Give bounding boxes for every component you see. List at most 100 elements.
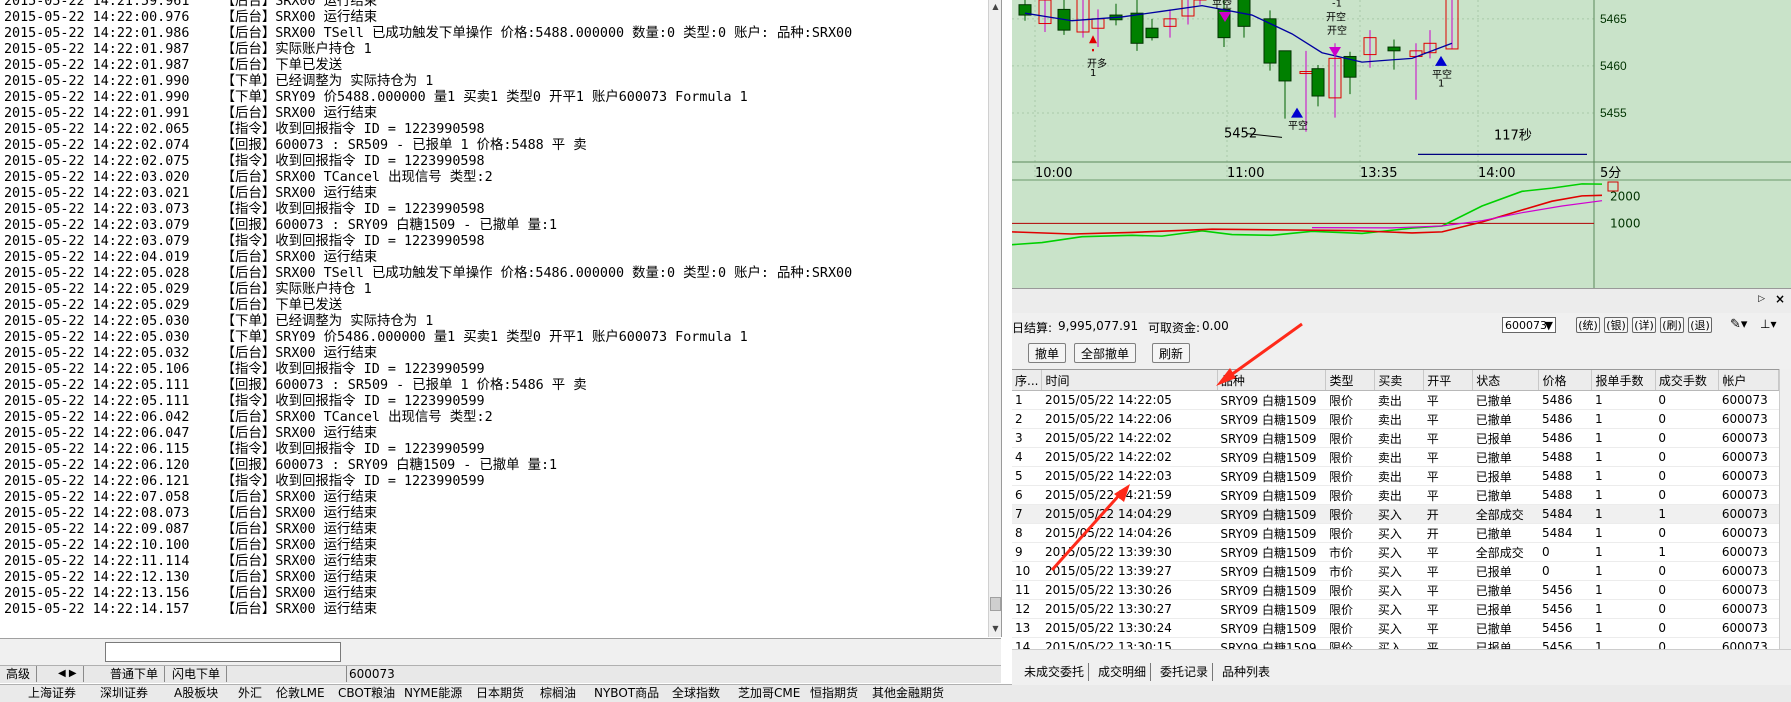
exchange-tab[interactable]: 恒指期货: [806, 685, 862, 702]
table-row[interactable]: 8 2015/05/22 14:04:26 SRY09 白糖1509 限价 买入开已撤单…: [1012, 523, 1779, 543]
column-header[interactable]: 开平: [1423, 370, 1474, 391]
table-cell: SRY09 白糖1509: [1217, 523, 1326, 543]
table-row[interactable]: 13 2015/05/22 13:30:24 SRY09 白糖1509 限价 买入平已撤…: [1012, 618, 1779, 638]
table-cell: SRY09 白糖1509: [1217, 504, 1326, 524]
exchange-tab[interactable]: 日本期货: [472, 685, 528, 702]
button-row: 撤单 全部撤单 刷新: [1012, 341, 1791, 367]
order-panel: ▷ × 日结算: 9,995,077.91 可取资金: 0.00 600073 ▼…: [1012, 288, 1791, 685]
tab-symbol-list[interactable]: 品种列表: [1218, 663, 1274, 681]
scroll-down-icon[interactable]: ▼: [989, 622, 1001, 635]
cancel-order-button[interactable]: 撤单: [1028, 343, 1067, 363]
table-cell: 5488: [1538, 466, 1592, 486]
tab-flash-order[interactable]: 闪电下单: [166, 666, 228, 682]
tab-unfilled-orders[interactable]: 未成交委托: [1020, 663, 1090, 681]
table-hscrollbar[interactable]: [1012, 649, 1791, 660]
table-row[interactable]: 11 2015/05/22 13:30:26 SRY09 白糖1509 限价 买入平已撤…: [1012, 580, 1779, 600]
table-row[interactable]: 4 2015/05/22 14:22:02 SRY09 白糖1509 限价 卖出平已撤单…: [1012, 447, 1779, 467]
exit-button[interactable]: (退): [1688, 317, 1712, 333]
cancel-all-button[interactable]: 全部撤单: [1074, 343, 1137, 363]
exchange-tab[interactable]: 其他金融期货: [868, 685, 948, 702]
table-cell: 600073: [1718, 409, 1779, 429]
column-header[interactable]: 品种: [1217, 370, 1327, 391]
log-pane[interactable]: 2015-05-22 14:21:59.961 【后台】SRX00 运行结束 20…: [0, 0, 1002, 637]
table-cell: 600073: [1718, 485, 1779, 505]
table-cell: 平: [1423, 485, 1473, 505]
log-scroll-thumb[interactable]: [990, 597, 1001, 611]
kline-chart[interactable]: 5465 5460 5455 开多 1 平空 平空 -1 开空 开空 平空 1 5452 117秒 10:0…: [1012, 0, 1791, 288]
table-cell: 已撤单: [1472, 580, 1539, 600]
account-select[interactable]: 600073 ▼: [1502, 317, 1556, 333]
pin-icon[interactable]: ⊥▾: [1760, 317, 1776, 331]
column-header[interactable]: 价格: [1538, 370, 1593, 391]
column-header[interactable]: 买卖: [1374, 370, 1425, 391]
command-input[interactable]: [105, 642, 341, 662]
stats-button[interactable]: (统): [1576, 317, 1600, 333]
exchange-tab[interactable]: NYBOT商品: [590, 685, 663, 702]
exchange-tab[interactable]: NYME能源: [400, 685, 466, 702]
tab-fill-details[interactable]: 成交明细: [1094, 663, 1152, 681]
exchange-tab[interactable]: CBOT粮油: [334, 685, 399, 702]
refresh-icon-button[interactable]: (刷): [1660, 317, 1684, 333]
table-cell: 600073: [1718, 504, 1779, 524]
panel-pin-icon[interactable]: ▷: [1758, 294, 1765, 304]
scroll-up-icon[interactable]: ▲: [989, 0, 1001, 13]
table-cell: 2015/05/22 13:39:27: [1041, 561, 1218, 581]
log-scrollbar[interactable]: ▲ ▼: [988, 0, 1001, 637]
tab-scroll-arrows[interactable]: ◀ ▶: [52, 666, 84, 682]
detail-button[interactable]: (详): [1632, 317, 1656, 333]
price-tick-label: 5465: [1600, 12, 1627, 26]
table-cell: 1: [1655, 504, 1719, 524]
orders-table: 序... 时间 品种 类型 买卖 开平 状态 价格 报单手数 成交手数 帐户 1 2015/05/22…: [1012, 369, 1779, 650]
exchange-tab[interactable]: 全球指数: [668, 685, 724, 702]
table-row[interactable]: 7 2015/05/22 14:04:29 SRY09 白糖1509 限价 买入开全部成…: [1012, 504, 1779, 524]
table-row[interactable]: 5 2015/05/22 14:22:03 SRY09 白糖1509 限价 卖出平已报单…: [1012, 466, 1779, 486]
table-cell: 限价: [1325, 428, 1375, 448]
table-vscrollbar[interactable]: [1779, 369, 1791, 649]
price-axis-bg: [1594, 0, 1791, 288]
exchange-tab[interactable]: 伦敦LME: [272, 685, 329, 702]
exchange-tab[interactable]: 上海证券: [24, 685, 80, 702]
table-row[interactable]: 10 2015/05/22 13:39:27 SRY09 白糖1509 市价 买入平已报…: [1012, 561, 1779, 581]
table-row[interactable]: 9 2015/05/22 13:39:30 SRY09 白糖1509 市价 买入平全部成…: [1012, 542, 1779, 562]
column-header[interactable]: 时间: [1041, 370, 1218, 391]
table-cell: 2015/05/22 14:04:29: [1041, 504, 1218, 524]
table-cell: 6: [1012, 485, 1042, 505]
log-line: 2015-05-22 14:22:07.058 【后台】SRX00 运行结束: [4, 490, 378, 505]
table-cell: 平: [1423, 390, 1473, 410]
column-header[interactable]: 序...: [1012, 370, 1043, 391]
tab-advanced[interactable]: 高级: [0, 666, 38, 682]
table-cell: 5484: [1538, 523, 1592, 543]
candle-down: [1387, 46, 1401, 52]
tab-normal-order[interactable]: 普通下单: [104, 666, 166, 682]
table-row[interactable]: 2 2015/05/22 14:22:06 SRY09 白糖1509 限价 卖出平已撤单…: [1012, 409, 1779, 429]
column-header[interactable]: 帐户: [1718, 370, 1779, 391]
table-cell: 1: [1591, 390, 1656, 410]
column-header[interactable]: 类型: [1325, 370, 1376, 391]
table-cell: 平: [1423, 466, 1473, 486]
log-line: 2015-05-22 14:22:04.019 【后台】SRX00 运行结束: [4, 250, 378, 265]
exchange-tab[interactable]: 芝加哥CME: [734, 685, 804, 702]
table-row[interactable]: 3 2015/05/22 14:22:02 SRY09 白糖1509 限价 卖出平已报单…: [1012, 428, 1779, 448]
exchange-tab[interactable]: 外汇: [234, 685, 266, 702]
panel-close-icon[interactable]: ×: [1775, 292, 1785, 306]
signal-label: 开空: [1326, 11, 1346, 24]
tools-icon[interactable]: ✎▾: [1730, 317, 1747, 332]
column-header[interactable]: 报单手数: [1591, 370, 1656, 391]
refresh-button[interactable]: 刷新: [1152, 343, 1191, 363]
buy-open-arrow-head: [1089, 35, 1097, 44]
table-row[interactable]: 12 2015/05/22 13:30:27 SRY09 白糖1509 限价 买入平已报…: [1012, 599, 1779, 619]
tab-order-records[interactable]: 委托记录: [1156, 663, 1214, 681]
table-row[interactable]: 1 2015/05/22 14:22:05 SRY09 白糖1509 限价 卖出平已撤单…: [1012, 390, 1779, 410]
exchange-tab[interactable]: 深圳证券: [96, 685, 152, 702]
log-line: 2015-05-22 14:22:05.030 【下单】已经调整为 实际持仓为 …: [4, 314, 434, 329]
time-tick-label: 10:00: [1035, 166, 1072, 181]
column-header[interactable]: 成交手数: [1655, 370, 1720, 391]
bank-button[interactable]: (银): [1604, 317, 1628, 333]
table-cell: 卖出: [1374, 409, 1424, 429]
exchange-tab[interactable]: 棕榈油: [536, 685, 580, 702]
log-line: 2015-05-22 14:22:12.130 【后台】SRX00 运行结束: [4, 570, 378, 585]
table-cell: 全部成交: [1472, 542, 1539, 562]
column-header[interactable]: 状态: [1472, 370, 1540, 391]
table-row[interactable]: 6 2015/05/22 14:21:59 SRY09 白糖1509 限价 卖出平已撤单…: [1012, 485, 1779, 505]
exchange-tab[interactable]: A股板块: [170, 685, 222, 702]
